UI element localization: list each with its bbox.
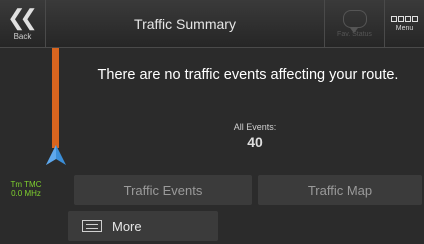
more-label: More — [112, 218, 142, 234]
tmc-name: Tm TMC — [10, 180, 42, 189]
route-progress-line — [52, 48, 59, 148]
traffic-map-button[interactable]: Traffic Map — [258, 175, 422, 205]
tmc-frequency: 0.0 MHz — [11, 189, 41, 198]
tmc-info: Tm TMC 0.0 MHz — [4, 180, 48, 198]
speech-bubble-icon — [342, 10, 367, 33]
traffic-events-button[interactable]: Traffic Events — [74, 175, 252, 205]
menu-button[interactable]: Menu — [384, 0, 424, 48]
no-events-message: There are no traffic events affecting yo… — [97, 67, 399, 83]
back-label: Back — [13, 32, 32, 41]
more-button[interactable]: More — [68, 211, 218, 241]
favorites-button[interactable]: Fav. Status — [324, 0, 384, 48]
all-events-label: All Events: — [233, 122, 277, 132]
menu-label: Menu — [395, 25, 414, 32]
list-icon — [82, 220, 102, 232]
header: ❮❮ Back Traffic Summary Fav. Status Menu — [0, 0, 424, 48]
page-title: Traffic Summary — [134, 16, 236, 32]
four-squares-icon — [391, 16, 418, 22]
double-chevron-left-icon: ❮❮ — [7, 5, 38, 30]
all-events-count: 40 — [247, 134, 263, 150]
back-button[interactable]: ❮❮ Back — [0, 0, 46, 48]
navigation-arrow-icon — [46, 145, 66, 165]
